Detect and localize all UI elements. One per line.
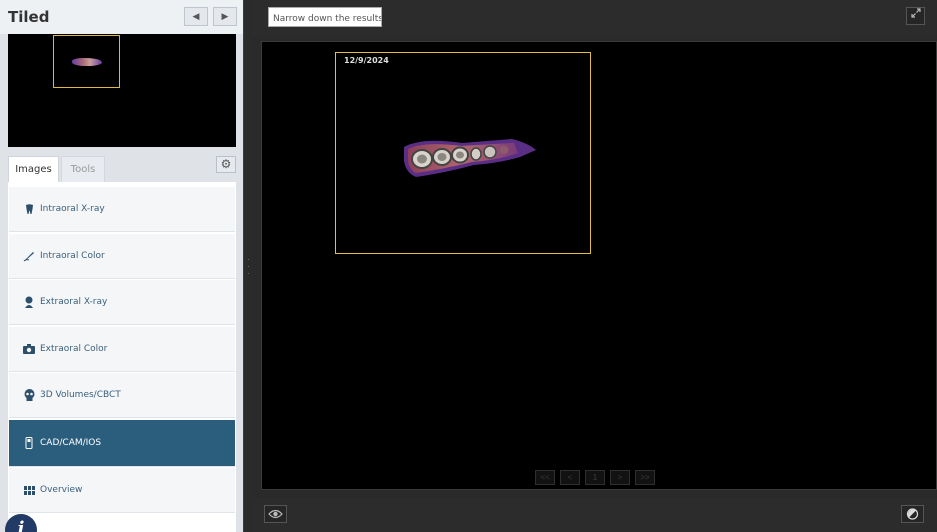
splitter-grip-icon[interactable]: · · ·	[247, 256, 250, 278]
left-panel: Tiled ◀ ▶ Images Tools ⚙ Intraoral X-ray…	[0, 0, 243, 532]
first-page-button[interactable]: <<	[535, 470, 555, 485]
expand-icon	[910, 8, 921, 18]
main-viewer-area: 12/9/2024	[253, 0, 937, 532]
category-3d-volumes[interactable]: 3D Volumes/CBCT	[9, 373, 235, 418]
person-icon	[23, 296, 35, 308]
viewer-bottom-toolbar	[253, 498, 937, 532]
panel-title: Tiled	[8, 8, 50, 26]
expand-button[interactable]	[906, 7, 925, 25]
image-tile[interactable]: 12/9/2024	[335, 52, 591, 254]
category-label: Intraoral Color	[40, 251, 105, 261]
panel-splitter[interactable]: · · ·	[243, 0, 253, 532]
contrast-icon	[906, 508, 919, 520]
thumbnail-scan-image	[72, 58, 102, 66]
previous-button[interactable]: ◀	[184, 7, 208, 26]
triangle-right-icon: ▶	[221, 11, 229, 21]
previous-page-button[interactable]: <	[560, 470, 580, 485]
search-input[interactable]	[268, 7, 382, 27]
brush-icon	[23, 250, 35, 262]
pagination: << < 1 > >>	[535, 470, 657, 486]
triangle-left-icon: ◀	[192, 11, 200, 21]
category-label: Extraoral Color	[40, 344, 108, 354]
image-category-list: Intraoral X-ray Intraoral Color Extraora…	[8, 182, 236, 532]
gear-icon: ⚙	[220, 157, 232, 171]
category-label: CAD/CAM/IOS	[40, 438, 102, 448]
next-button[interactable]: ▶	[213, 7, 237, 26]
viewer-toolbar	[253, 0, 937, 36]
scanner-icon	[23, 437, 35, 449]
category-label: Intraoral X-ray	[40, 204, 105, 214]
visibility-button[interactable]	[264, 505, 287, 523]
thumbnail-viewport-frame[interactable]	[53, 35, 120, 88]
info-icon: i	[17, 518, 25, 532]
overview-thumbnail[interactable]	[8, 34, 236, 147]
grid-icon	[23, 484, 35, 496]
eye-icon	[268, 509, 283, 519]
panel-header: Tiled ◀ ▶	[0, 0, 243, 34]
category-intraoral-color[interactable]: Intraoral Color	[9, 234, 235, 279]
current-page-number[interactable]: 1	[585, 470, 605, 485]
tile-date: 12/9/2024	[344, 56, 389, 65]
category-label: 3D Volumes/CBCT	[40, 390, 121, 400]
camera-icon	[23, 343, 35, 355]
skull-icon	[23, 389, 35, 401]
category-label: Extraoral X-ray	[40, 297, 108, 307]
app-window: Tiled ◀ ▶ Images Tools ⚙ Intraoral X-ray…	[0, 0, 937, 532]
next-page-button[interactable]: >	[610, 470, 630, 485]
settings-button[interactable]: ⚙	[216, 156, 236, 173]
contrast-button[interactable]	[901, 505, 924, 523]
category-extraoral-xray[interactable]: Extraoral X-ray	[9, 280, 235, 325]
category-label: Overview	[40, 485, 83, 495]
category-intraoral-xray[interactable]: Intraoral X-ray	[9, 187, 235, 232]
tooth-icon	[23, 203, 35, 215]
panel-tabs: Images Tools ⚙	[8, 156, 236, 182]
intraoral-scan-image	[404, 139, 536, 177]
tab-images[interactable]: Images	[8, 156, 59, 182]
last-page-button[interactable]: >>	[635, 470, 655, 485]
category-overview[interactable]: Overview	[9, 468, 235, 513]
category-extraoral-color[interactable]: Extraoral Color	[9, 327, 235, 372]
category-cad-cam-ios[interactable]: CAD/CAM/IOS	[9, 420, 235, 467]
tab-tools[interactable]: Tools	[61, 156, 105, 182]
image-viewer[interactable]: 12/9/2024 << < 1 > >>	[261, 41, 937, 490]
